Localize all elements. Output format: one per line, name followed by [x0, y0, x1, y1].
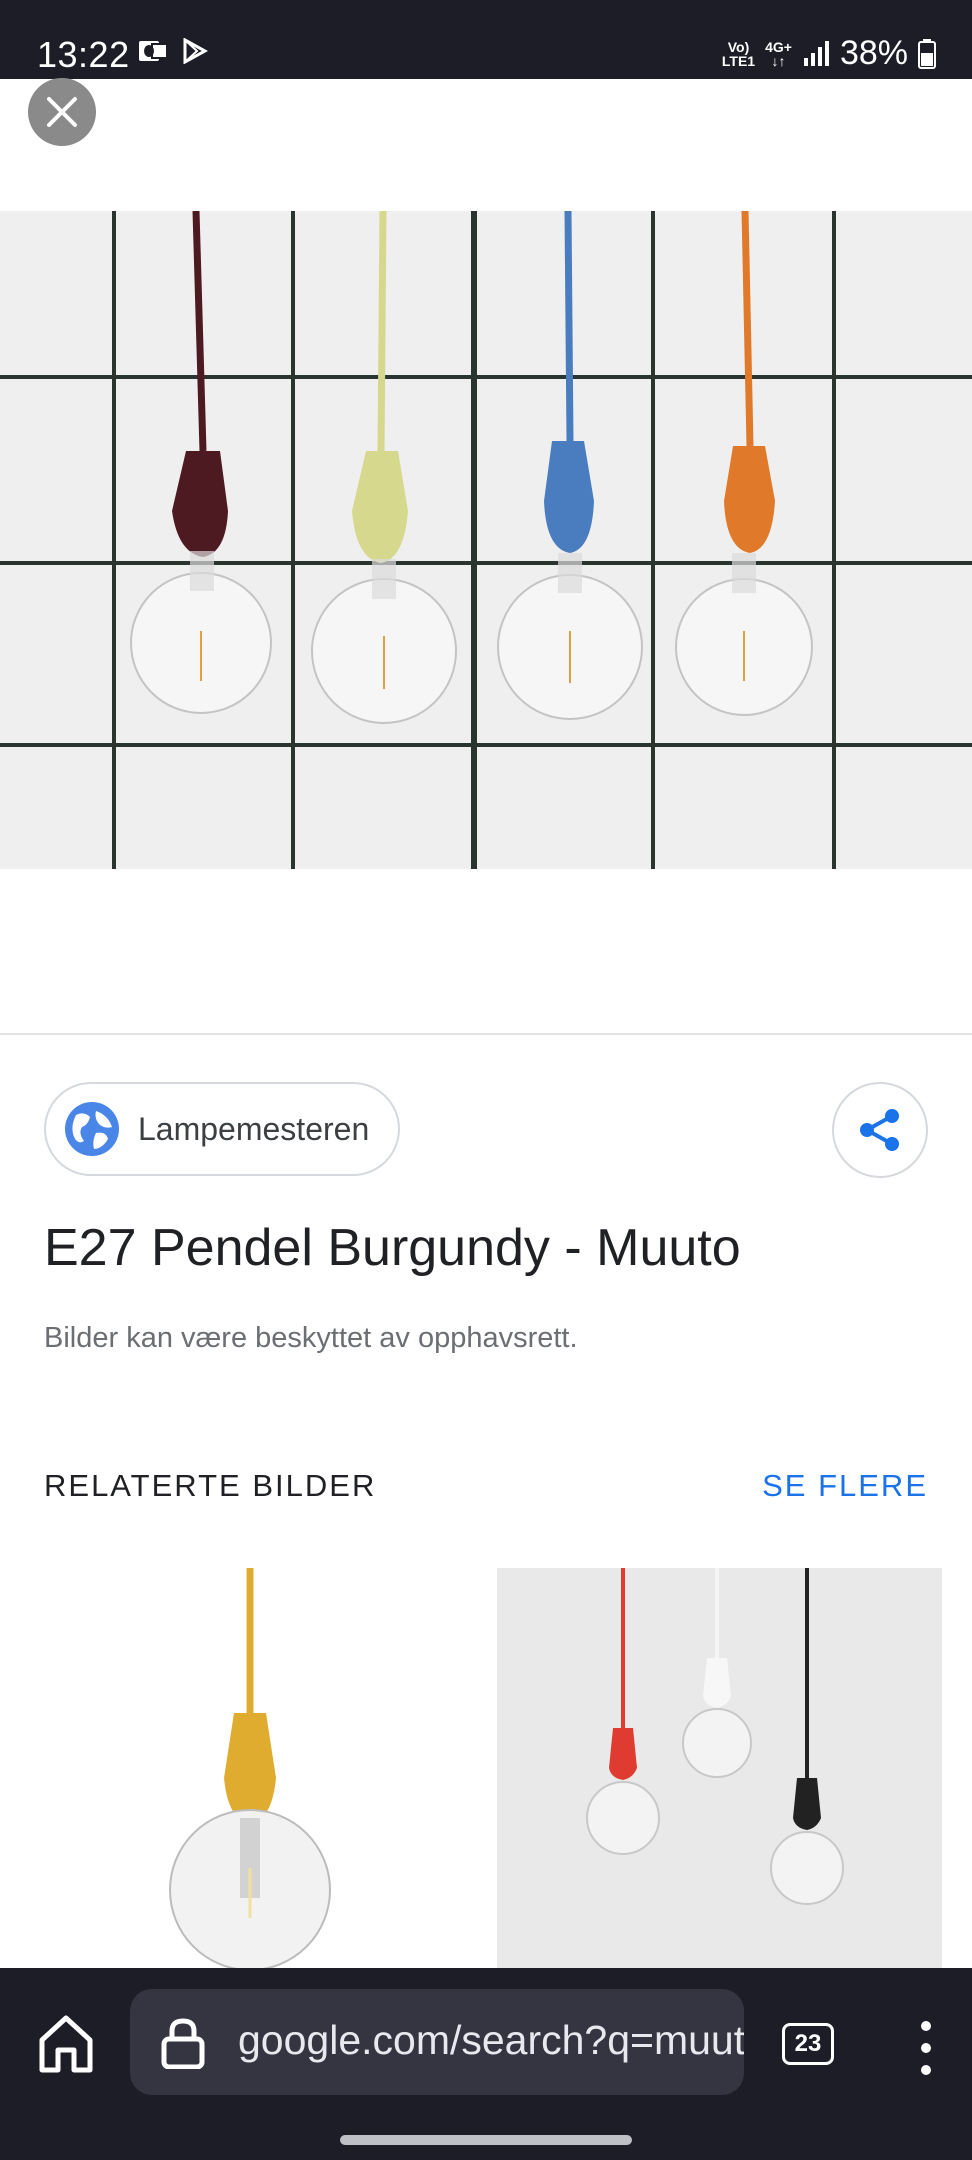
- notification-icons: [138, 38, 208, 64]
- main-image[interactable]: [0, 211, 972, 869]
- see-more-link[interactable]: SE FLERE: [762, 1468, 928, 1504]
- outlook-notification-icon: [139, 41, 168, 61]
- tab-count: 23: [794, 2030, 822, 2057]
- copyright-notice: Bilder kan være beskyttet av opphavsrett…: [44, 1322, 578, 1354]
- share-button[interactable]: [832, 1082, 928, 1178]
- three-pendants-photo: [497, 1568, 942, 1968]
- address-bar[interactable]: google.com/search?q=muuto: [130, 1989, 744, 2095]
- lock-icon: [161, 2018, 205, 2069]
- tab-switcher-button[interactable]: 23: [782, 2023, 834, 2065]
- url-text: google.com/search?q=muuto: [238, 2017, 744, 2063]
- related-image-thumbnail[interactable]: [44, 1568, 456, 1968]
- more-options-icon[interactable]: [916, 2020, 936, 2076]
- signal-icon: [803, 40, 829, 66]
- related-image-thumbnail[interactable]: [497, 1568, 942, 1968]
- network-type-label: 4G+: [765, 38, 792, 55]
- image-title[interactable]: E27 Pendel Burgundy - Muuto: [44, 1218, 741, 1278]
- source-name: Lampemesteren: [138, 1110, 370, 1147]
- globe-icon: [65, 1102, 119, 1156]
- home-icon[interactable]: [36, 2010, 96, 2076]
- mustard-pendant-photo: [44, 1568, 456, 1968]
- close-icon: [47, 97, 77, 127]
- source-chip[interactable]: Lampemesteren: [44, 1082, 400, 1176]
- pendant-lamps-photo: [0, 211, 972, 869]
- volte-indicator: Vo) LTE1: [722, 40, 755, 68]
- status-time: 13:22: [37, 34, 130, 75]
- battery-icon: [918, 38, 936, 69]
- network-indicator: 4G+ ↓↑: [765, 40, 792, 68]
- play-store-notification-icon: [183, 38, 208, 64]
- data-activity-icon: ↓↑: [771, 52, 786, 69]
- close-button[interactable]: [28, 78, 96, 146]
- status-bar: 13:22 Vo) LTE1 4G+ ↓↑ 38%: [0, 0, 972, 79]
- volte-top-label: Vo): [727, 38, 750, 55]
- volte-bottom-label: LTE1: [721, 52, 756, 69]
- battery-percent: 38%: [839, 34, 908, 72]
- gesture-navigation-bar[interactable]: [340, 2135, 632, 2145]
- share-icon: [860, 1109, 899, 1151]
- related-images-heading: RELATERTE BILDER: [44, 1468, 377, 1503]
- divider: [0, 1033, 972, 1035]
- status-right: Vo) LTE1 4G+ ↓↑ 38%: [722, 34, 936, 73]
